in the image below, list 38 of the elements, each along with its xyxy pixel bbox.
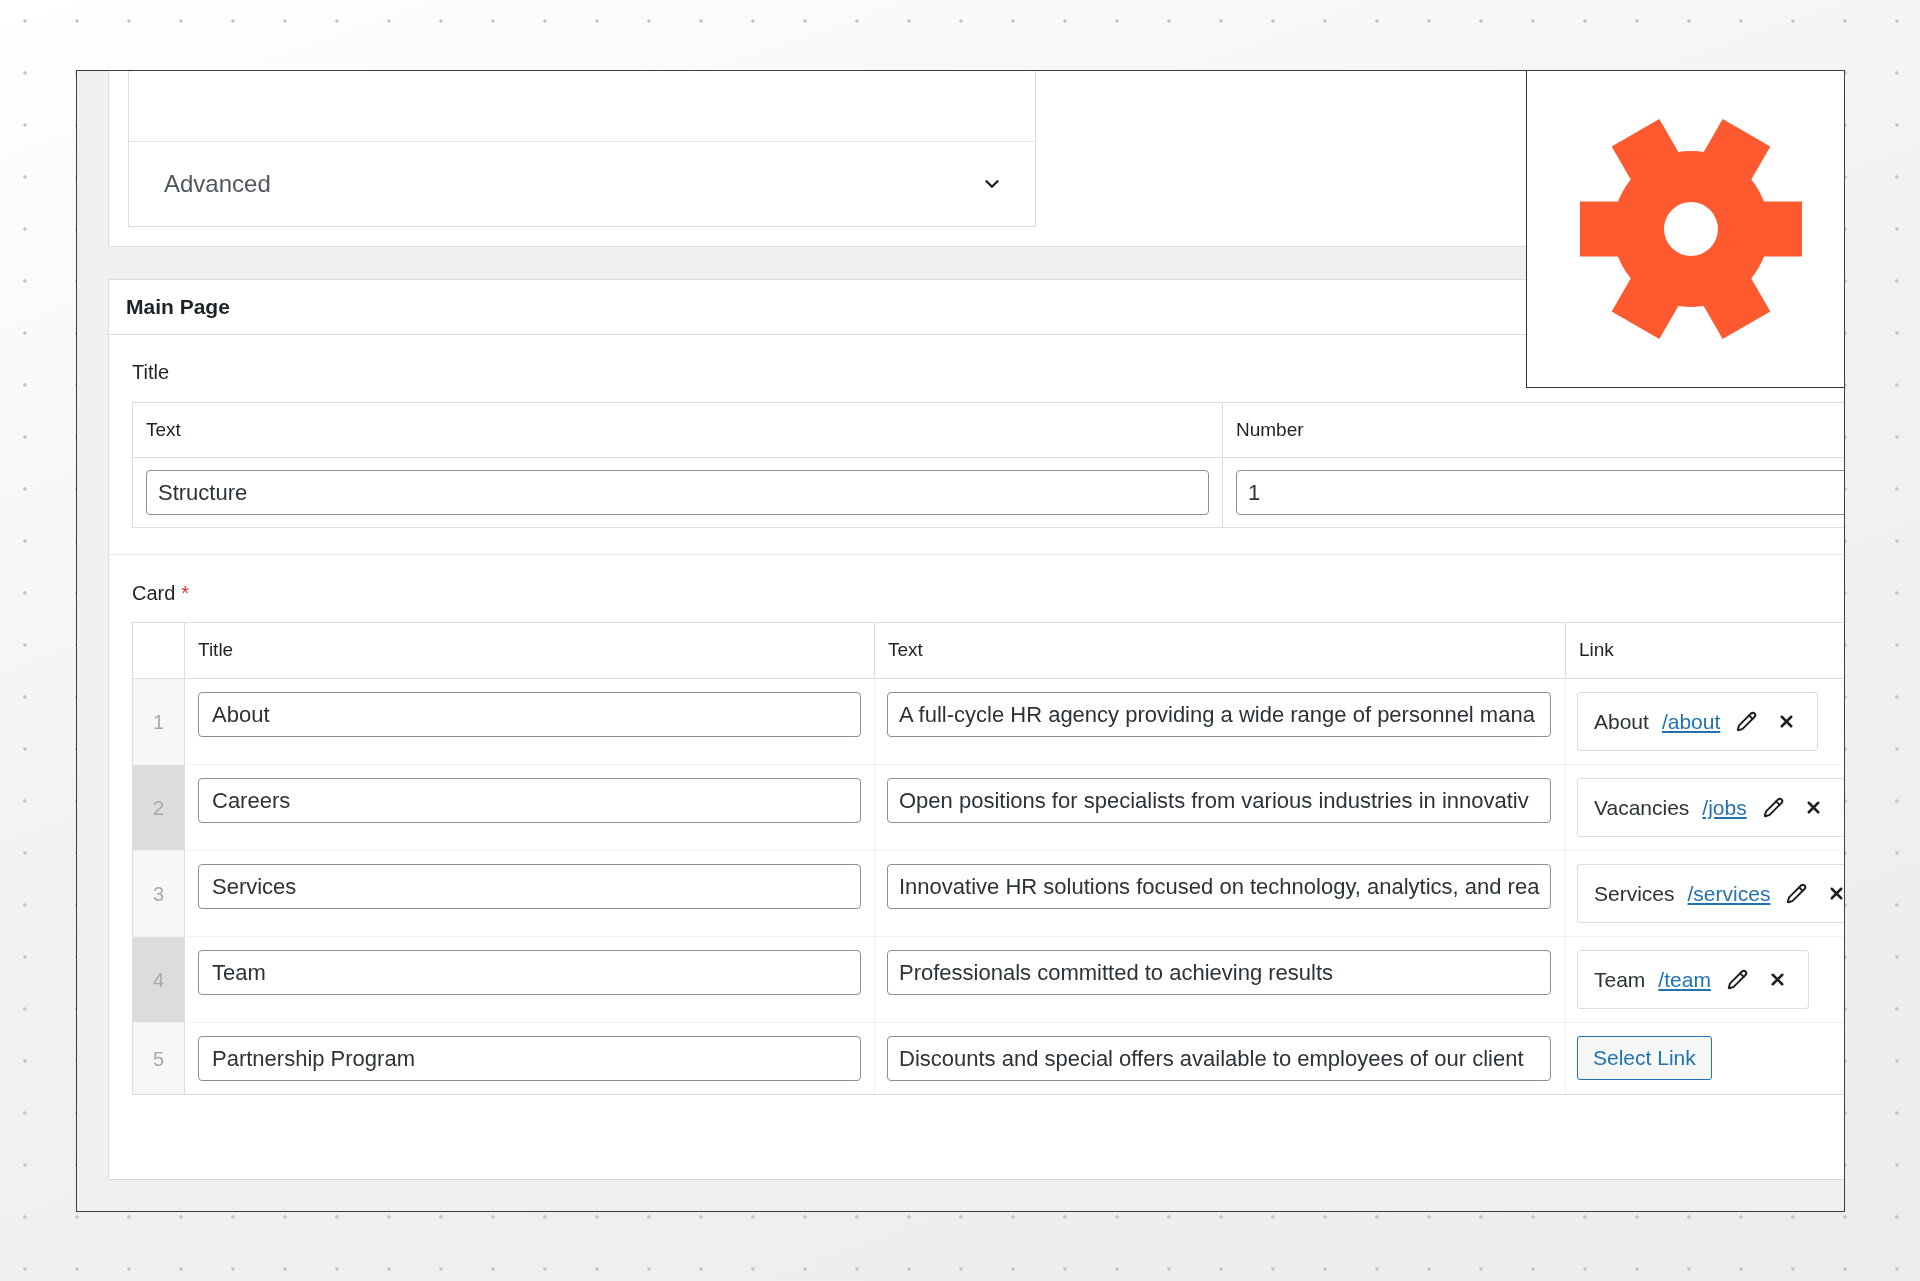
text-input[interactable]: Open positions for specialists from various industries in innovativ: [887, 778, 1551, 823]
pencil-icon[interactable]: [1736, 711, 1758, 732]
title-input[interactable]: Partnership Program: [198, 1036, 861, 1081]
number-input[interactable]: 1: [1236, 470, 1844, 515]
link-url[interactable]: /jobs: [1702, 791, 1747, 824]
title-input[interactable]: Careers: [198, 778, 861, 823]
column-header: Text: [888, 638, 923, 663]
pencil-icon[interactable]: [1726, 969, 1748, 990]
link-url[interactable]: /team: [1658, 963, 1711, 996]
pencil-icon[interactable]: [1786, 883, 1808, 904]
text-input[interactable]: Structure: [146, 470, 1209, 515]
text-input[interactable]: Discounts and special offers available to employees of our client: [887, 1036, 1551, 1081]
column-header: Title: [198, 638, 234, 663]
select-link-button[interactable]: Select Link: [1577, 1036, 1712, 1080]
text-input[interactable]: A full-cycle HR agency providing a wide range of personnel mana: [887, 692, 1551, 737]
row-number: 5: [133, 1022, 184, 1094]
link-title: Services: [1594, 880, 1675, 907]
required-mark: *: [181, 581, 190, 605]
column-header: Text: [146, 417, 181, 442]
field-label: Title: [132, 360, 170, 384]
text-input[interactable]: Innovative HR solutions focused on technology, analytics, and rea: [887, 864, 1551, 909]
title-input[interactable]: Services: [198, 864, 861, 909]
row-number: 3: [133, 850, 184, 936]
title-input[interactable]: About: [198, 692, 861, 737]
panel-title: Main Page: [126, 294, 230, 321]
title-input[interactable]: Team: [198, 950, 861, 995]
link-title: Team: [1594, 966, 1646, 993]
text-input[interactable]: Professionals committed to achieving results: [887, 950, 1551, 995]
link-title: About: [1594, 708, 1649, 735]
column-header: Link: [1579, 638, 1614, 663]
row-number: 1: [133, 679, 184, 764]
link-url[interactable]: /about: [1661, 705, 1721, 738]
link-url[interactable]: /services: [1687, 877, 1771, 910]
field-label: Card: [132, 581, 176, 605]
pencil-icon[interactable]: [1762, 797, 1784, 818]
gear-icon: [1579, 118, 1802, 340]
column-header: Number: [1236, 417, 1304, 442]
link-title: Vacancies: [1594, 794, 1690, 821]
